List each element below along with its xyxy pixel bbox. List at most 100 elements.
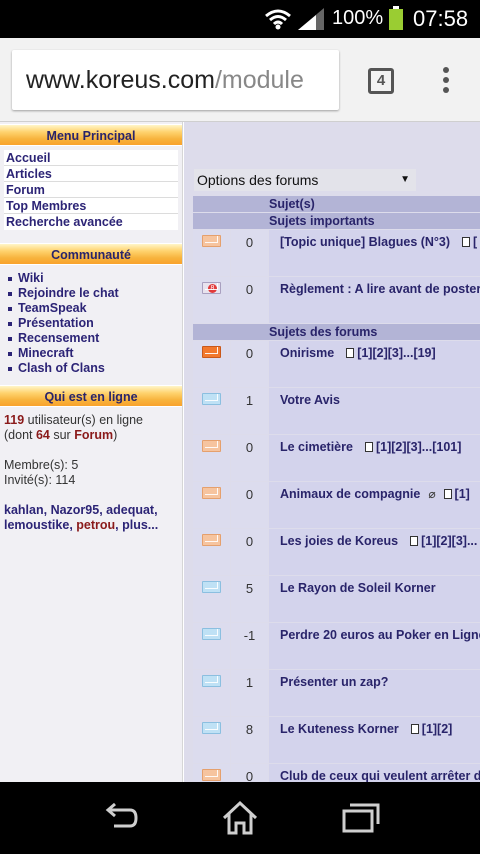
home-icon[interactable]: [220, 800, 260, 836]
page-links[interactable]: [1][2][3]...: [421, 534, 477, 548]
paperclip-icon: ⌀: [428, 487, 436, 501]
online-users: kahlan, Nazor95, adequat,: [4, 503, 158, 517]
community-item[interactable]: Minecraft: [8, 346, 182, 361]
document-icon: [410, 536, 419, 546]
page-links[interactable]: [1][2]: [422, 722, 453, 736]
url-path: /module: [214, 66, 304, 94]
overflow-menu-icon[interactable]: [440, 67, 452, 97]
menu-item-forum[interactable]: Forum: [4, 182, 178, 198]
url-host: www.koreus.com: [26, 66, 215, 94]
topics-table: Sujet(s) Sujets importants 0 [Topic uniqu…: [193, 196, 480, 782]
document-icon: [346, 348, 355, 358]
topic-row[interactable]: 0 [Topic unique] Blagues (N°3) [: [193, 230, 480, 276]
topic-link[interactable]: [Topic unique] Blagues (N°3): [280, 235, 450, 249]
community-item[interactable]: Rejoindre le chat: [8, 286, 182, 301]
topic-row[interactable]: 1 Présenter un zap?: [193, 670, 480, 716]
menu-item-top-membres[interactable]: Top Membres: [4, 198, 178, 214]
android-nav-bar: [0, 782, 480, 854]
reply-count: 0: [231, 529, 268, 575]
topic-row[interactable]: 0 Les joies de Koreus [1][2][3]...: [193, 529, 480, 575]
guests-count: Invité(s): 114: [4, 473, 76, 487]
community-item[interactable]: TeamSpeak: [8, 301, 182, 316]
user-link[interactable]: Nazor95: [51, 503, 100, 517]
topic-link[interactable]: Votre Avis: [280, 393, 340, 407]
section-important: Sujets importants: [193, 213, 480, 229]
reply-count: 0: [231, 341, 268, 387]
recent-apps-icon[interactable]: [340, 800, 380, 836]
topic-row[interactable]: 8 Le Kuteness Korner [1][2]: [193, 717, 480, 763]
document-icon: [410, 724, 419, 734]
plus-link[interactable]: plus...: [122, 518, 158, 532]
online-box: 119 utilisateur(s) en ligne (dont 64 sur…: [0, 407, 182, 533]
topic-link[interactable]: Club de ceux qui veulent arrêter de: [280, 769, 480, 782]
topic-link[interactable]: Le Rayon de Soleil Korner: [280, 581, 436, 595]
topic-row[interactable]: 1 Votre Avis: [193, 388, 480, 434]
topic-link[interactable]: Perdre 20 euros au Poker en Ligne: [280, 628, 480, 642]
menu-item-articles[interactable]: Articles: [4, 166, 178, 182]
reply-count: 1: [231, 670, 268, 716]
members-count: Membre(s): 5: [4, 458, 79, 472]
battery-percent: 100%: [332, 7, 384, 29]
browser-toolbar: www.koreus.com/module 4: [0, 38, 480, 122]
web-page: Menu Principal Accueil Articles Forum To…: [0, 122, 480, 782]
url-bar[interactable]: www.koreus.com/module: [12, 50, 339, 110]
reply-count: 0: [231, 435, 268, 481]
forum-panel: Options des forums ▼ Sujet(s) Sujets impo…: [184, 122, 480, 782]
menu-item-accueil[interactable]: Accueil: [4, 150, 178, 166]
online-title: Qui est en ligne: [0, 385, 182, 407]
topic-link[interactable]: Présenter un zap?: [280, 675, 388, 689]
main-menu: Accueil Articles Forum Top Membres Reche…: [4, 150, 178, 230]
forum-options-select[interactable]: Options des forums ▼: [194, 169, 416, 191]
signal-icon: [298, 8, 324, 30]
menu-item-recherche[interactable]: Recherche avancée: [4, 214, 178, 230]
reply-count: 0: [231, 230, 268, 276]
community-list: Wiki Rejoindre le chat TeamSpeak Présent…: [0, 265, 182, 376]
topic-row[interactable]: -1 Perdre 20 euros au Poker en Ligne: [193, 623, 480, 669]
battery-icon: [389, 6, 403, 30]
menu-principal-title: Menu Principal: [0, 124, 182, 146]
topic-row[interactable]: 0 Club de ceux qui veulent arrêter de: [193, 764, 480, 782]
topic-link[interactable]: Règlement : A lire avant de poster.: [280, 282, 480, 296]
page-links[interactable]: [: [473, 235, 477, 249]
reply-count: -1: [231, 623, 268, 669]
community-item[interactable]: Clash of Clans: [8, 361, 182, 376]
page-links[interactable]: [1][2][3]...[19]: [357, 346, 435, 360]
envelope-icon: [202, 235, 221, 247]
page-links[interactable]: [1][2][3]...[101]: [376, 440, 461, 454]
topic-link[interactable]: Le cimetière: [280, 440, 353, 454]
envelope-icon: [202, 722, 221, 734]
community-item[interactable]: Présentation: [8, 316, 182, 331]
page-links[interactable]: [1]: [455, 487, 470, 501]
table-header: Sujet(s): [193, 196, 480, 212]
envelope-icon: [202, 346, 221, 358]
user-link[interactable]: kahlan: [4, 503, 44, 517]
topic-link[interactable]: Les joies de Koreus: [280, 534, 398, 548]
user-link[interactable]: adequat: [106, 503, 154, 517]
topic-row[interactable]: 8 0 Règlement : A lire avant de poster.: [193, 277, 480, 323]
user-link[interactable]: petrou: [76, 518, 115, 532]
back-icon[interactable]: [100, 800, 140, 836]
community-item[interactable]: Wiki: [8, 271, 182, 286]
topic-row[interactable]: 0 Animaux de compagnie ⌀ [1]: [193, 482, 480, 528]
envelope-icon: [202, 534, 221, 546]
document-icon: [462, 237, 471, 247]
topic-link[interactable]: Animaux de compagnie: [280, 487, 420, 501]
reply-count: 1: [231, 388, 268, 434]
section-forums: Sujets des forums: [193, 324, 480, 340]
chevron-down-icon: ▼: [400, 174, 410, 185]
reply-count: 0: [231, 482, 268, 528]
community-item[interactable]: Recensement: [8, 331, 182, 346]
envelope-icon: [202, 628, 221, 640]
topic-row[interactable]: 0 Le cimetière [1][2][3]...[101]: [193, 435, 480, 481]
tab-switcher-button[interactable]: 4: [368, 68, 394, 94]
envelope-icon: [202, 581, 221, 593]
topic-link[interactable]: Onirisme: [280, 346, 334, 360]
topic-row[interactable]: 0 Onirisme [1][2][3]...[19]: [193, 341, 480, 387]
envelope-icon: [202, 487, 221, 499]
topic-row[interactable]: 5 Le Rayon de Soleil Korner: [193, 576, 480, 622]
user-link[interactable]: lemoustike: [4, 518, 69, 532]
sidebar: Menu Principal Accueil Articles Forum To…: [0, 122, 183, 782]
topic-link[interactable]: Le Kuteness Korner: [280, 722, 399, 736]
forum-link[interactable]: Forum: [74, 428, 113, 442]
communaute-title: Communauté: [0, 243, 182, 265]
